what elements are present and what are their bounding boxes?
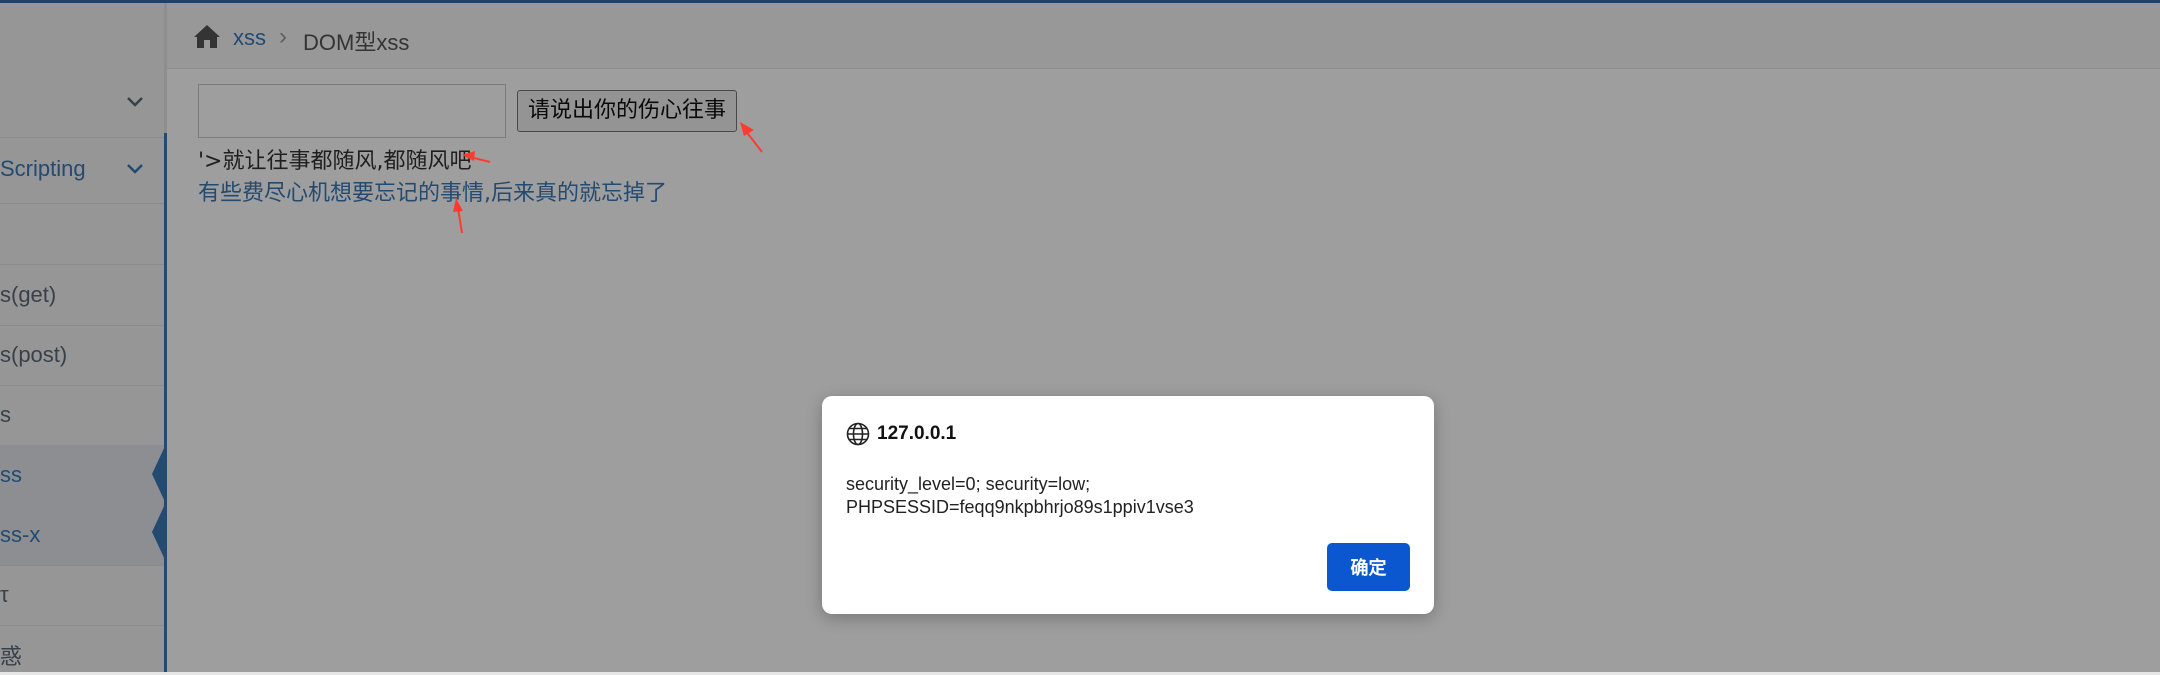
globe-icon: [846, 422, 870, 446]
dialog-origin: 127.0.0.1: [877, 423, 957, 444]
dialog-message: security_level=0; security=low; PHPSESSI…: [846, 473, 1406, 519]
alert-dialog: 127.0.0.1 security_level=0; security=low…: [822, 396, 1434, 614]
ok-button[interactable]: 确定: [1327, 543, 1410, 591]
dialog-message-line: security_level=0; security=low;: [846, 474, 1091, 494]
dialog-message-line: PHPSESSID=feqq9nkpbhrjo89s1ppiv1vse3: [846, 497, 1194, 517]
